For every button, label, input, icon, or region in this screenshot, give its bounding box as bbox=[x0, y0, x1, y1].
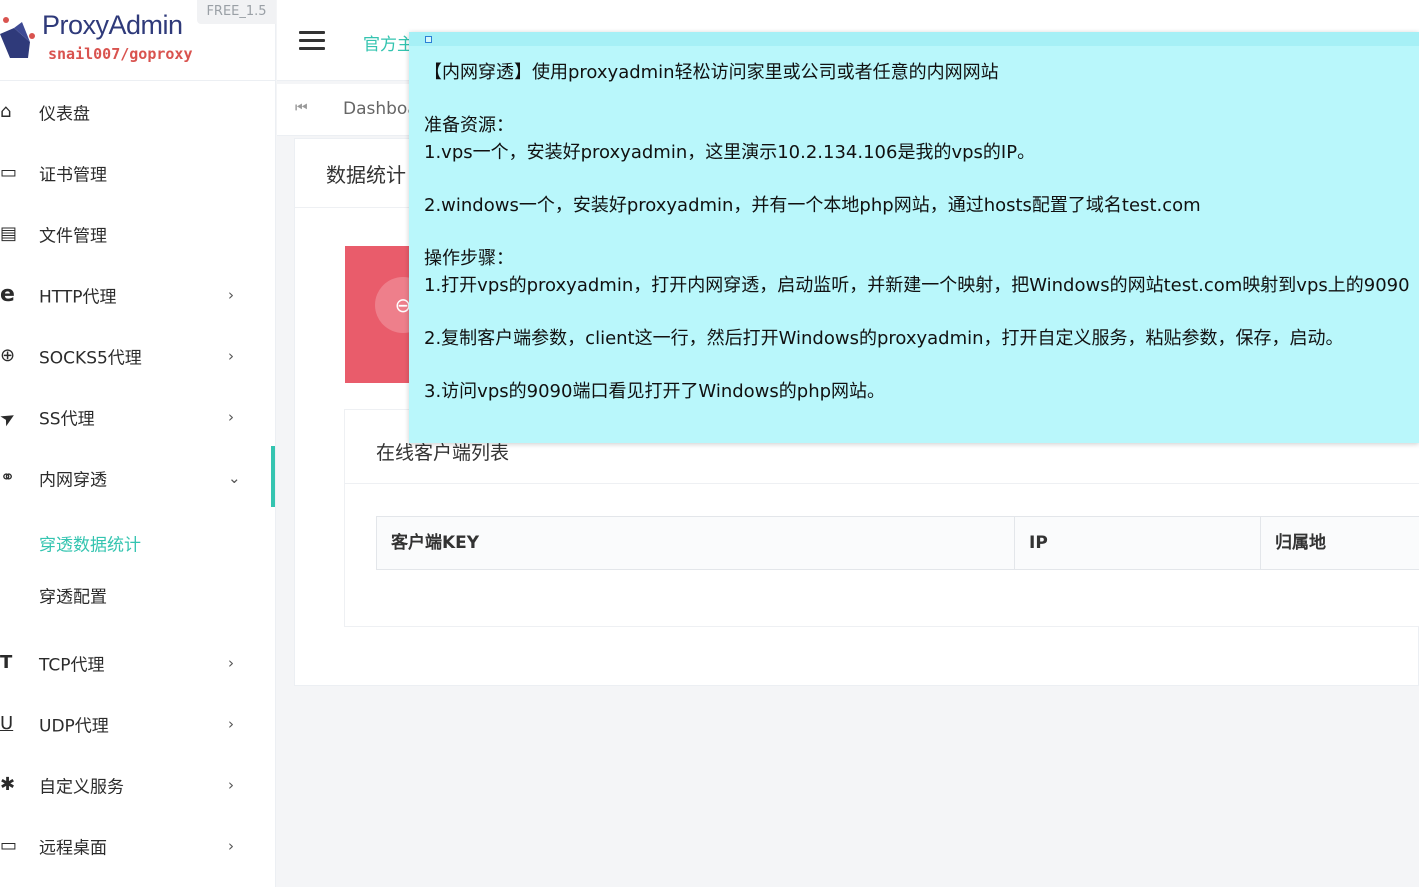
sidebar-item-files[interactable]: ▤ 文件管理 bbox=[0, 203, 276, 264]
link-icon: ⚭ bbox=[0, 467, 16, 488]
note-line-steps-heading: 操作步骤： bbox=[424, 248, 514, 269]
puzzle-icon: ✱ bbox=[0, 774, 16, 795]
sidebar-item-label: 证书管理 bbox=[39, 165, 107, 185]
sidebar-subitem-penetration-stats[interactable]: 穿透数据统计 bbox=[0, 518, 272, 568]
sidebar-subitem-label: 穿透数据统计 bbox=[39, 535, 141, 556]
sidebar-item-label: UDP代理 bbox=[39, 716, 109, 736]
sidebar-item-udp-proxy[interactable]: U UDP代理 › bbox=[0, 693, 276, 754]
column-header-ip[interactable]: IP bbox=[1015, 517, 1261, 569]
clients-table: 客户端KEY IP 归属地 bbox=[376, 516, 1419, 570]
globe-icon: ⊕ bbox=[0, 345, 16, 366]
t-icon: T bbox=[0, 652, 13, 673]
sidebar-item-custom-service[interactable]: ✱ 自定义服务 › bbox=[0, 754, 276, 815]
sidebar-item-intranet-penetration[interactable]: ⚭ 内网穿透 ⌄ bbox=[0, 447, 276, 508]
sidebar-item-label: 仪表盘 bbox=[39, 104, 90, 124]
sidebar-item-certificates[interactable]: ▭ 证书管理 bbox=[0, 142, 276, 203]
chevron-right-icon: › bbox=[228, 836, 234, 855]
sidebar-item-label: 远程桌面 bbox=[39, 838, 107, 858]
stat-tile: ⊖ bbox=[345, 246, 431, 383]
note-handle-icon[interactable] bbox=[425, 36, 432, 43]
chevron-right-icon: › bbox=[228, 285, 234, 304]
chevron-right-icon: › bbox=[228, 714, 234, 733]
chevron-right-icon: › bbox=[228, 653, 234, 672]
app-subtitle: snail007/goproxy bbox=[48, 45, 193, 63]
note-line-resource-2: 2.windows一个，安装好proxyadmin，并有一个本地php网站，通过… bbox=[424, 195, 1201, 216]
official-site-link[interactable]: 官方主 bbox=[363, 30, 414, 55]
sidebar-item-label: SS代理 bbox=[39, 409, 95, 429]
u-icon: U bbox=[0, 713, 14, 734]
column-header-location[interactable]: 归属地 bbox=[1261, 517, 1419, 569]
send-icon: ➤ bbox=[0, 404, 20, 431]
sidebar-item-dashboard[interactable]: ⌂ 仪表盘 bbox=[0, 81, 276, 142]
sidebar-item-socks5-proxy[interactable]: ⊕ SOCKS5代理 › bbox=[0, 325, 276, 386]
sidebar-item-label: SOCKS5代理 bbox=[39, 348, 142, 368]
note-line-resources-heading: 准备资源： bbox=[424, 115, 514, 136]
app-title: ProxyAdmin bbox=[42, 10, 183, 40]
card-icon: ▭ bbox=[0, 162, 18, 183]
skip-back-icon[interactable]: ⏮ bbox=[295, 100, 308, 116]
chevron-right-icon: › bbox=[228, 407, 234, 426]
note-line-resource-1: 1.vps一个，安装好proxyadmin，这里演示10.2.134.106是我… bbox=[424, 142, 1036, 163]
note-line-step-2: 2.复制客户端参数，client这一行，然后打开Windows的proxyadm… bbox=[424, 328, 1344, 349]
chevron-down-icon: ⌄ bbox=[228, 468, 241, 487]
note-line-step-3: 3.访问vps的9090端口看见打开了Windows的php网站。 bbox=[424, 381, 886, 402]
note-titlebar[interactable] bbox=[409, 32, 1419, 46]
column-header-client-key[interactable]: 客户端KEY bbox=[377, 517, 1015, 569]
version-badge: FREE_1.5 bbox=[197, 0, 276, 24]
sidebar-item-label: 文件管理 bbox=[39, 226, 107, 246]
active-indicator bbox=[271, 446, 275, 507]
sidebar-item-ss-proxy[interactable]: ➤ SS代理 › bbox=[0, 386, 276, 447]
logo[interactable]: ProxyAdmin snail007/goproxy FREE_1.5 bbox=[0, 0, 276, 81]
logo-icon bbox=[0, 17, 35, 58]
sidebar-subitem-penetration-config[interactable]: 穿透配置 bbox=[0, 570, 272, 620]
sidebar-item-label: TCP代理 bbox=[39, 655, 105, 675]
note-line-step-1: 1.打开vps的proxyadmin，打开内网穿透，启动监听，并新建一个映射，把… bbox=[424, 275, 1410, 296]
ie-icon: e bbox=[0, 282, 15, 307]
divider bbox=[345, 483, 1419, 484]
chevron-right-icon: › bbox=[228, 775, 234, 794]
sidebar: ProxyAdmin snail007/goproxy FREE_1.5 ⌂ 仪… bbox=[0, 0, 276, 887]
monitor-icon: ▭ bbox=[0, 835, 18, 856]
sidebar-item-label: 自定义服务 bbox=[39, 777, 124, 797]
breadcrumb-dashboard[interactable]: Dashboa bbox=[343, 99, 418, 119]
note-line-title: 【内网穿透】使用proxyadmin轻松访问家里或公司或者任意的内网网站 bbox=[424, 62, 999, 83]
chevron-right-icon: › bbox=[228, 346, 234, 365]
home-icon: ⌂ bbox=[0, 101, 12, 122]
sidebar-subitem-label: 穿透配置 bbox=[39, 587, 107, 608]
sidebar-item-label: 内网穿透 bbox=[39, 470, 107, 490]
sidebar-item-label: HTTP代理 bbox=[39, 287, 117, 307]
sticky-note-overlay[interactable]: 【内网穿透】使用proxyadmin轻松访问家里或公司或者任意的内网网站 准备资… bbox=[409, 32, 1419, 443]
file-icon: ▤ bbox=[0, 223, 18, 244]
sidebar-item-remote-desktop[interactable]: ▭ 远程桌面 › bbox=[0, 815, 276, 876]
sidebar-item-tcp-proxy[interactable]: T TCP代理 › bbox=[0, 632, 276, 693]
sidebar-item-http-proxy[interactable]: e HTTP代理 › bbox=[0, 264, 276, 325]
card-title: 数据统计 bbox=[326, 163, 406, 187]
menu-toggle-icon[interactable] bbox=[299, 31, 325, 51]
